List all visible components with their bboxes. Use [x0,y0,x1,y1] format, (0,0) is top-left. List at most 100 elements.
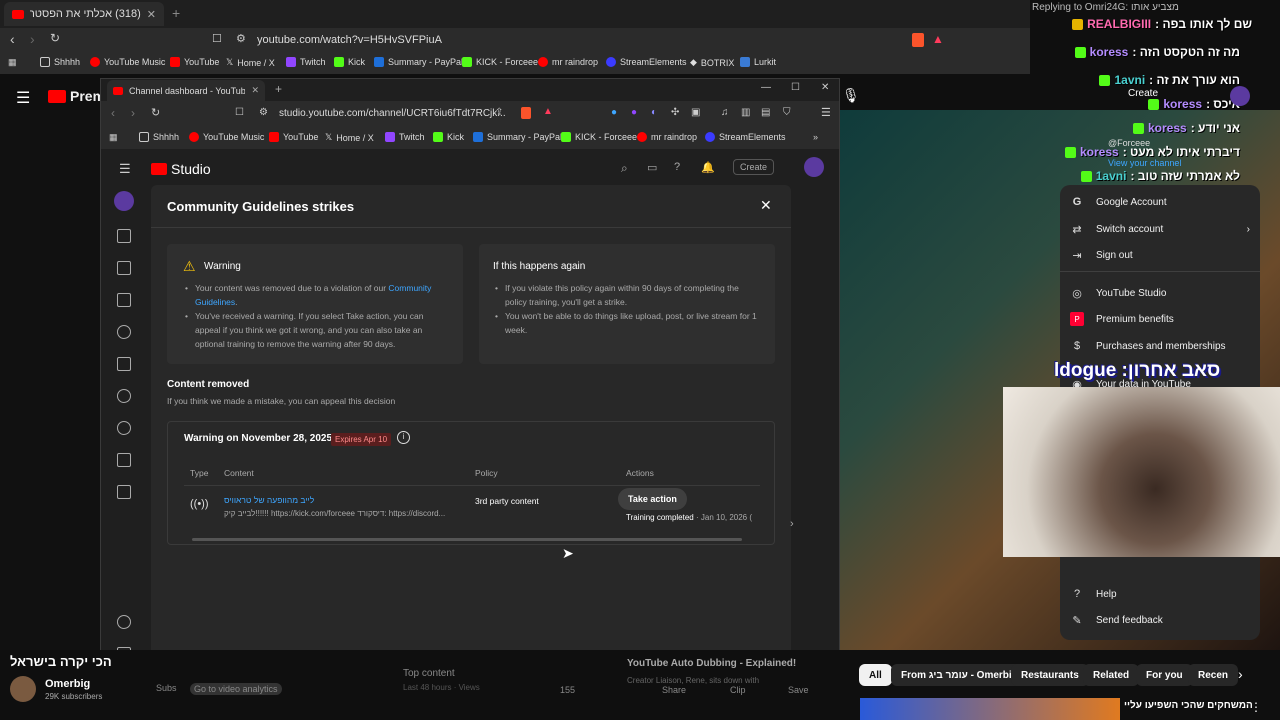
bookmark-botrix[interactable]: ◆ BOTRIX [690,57,734,68]
chip-related[interactable]: Related [1083,664,1140,686]
audio-library-icon[interactable] [117,485,131,499]
horizontal-scrollbar[interactable] [192,538,742,541]
brave-shield-icon[interactable] [912,33,924,47]
chevron-right-icon[interactable]: › [1238,666,1243,682]
channel-avatar[interactable] [10,676,36,702]
menu-sign-out[interactable]: ⇥ Sign out [1070,248,1132,262]
bookmark-youtube-music[interactable]: YouTube Music [90,57,165,67]
back-icon[interactable]: ‹ [10,31,15,47]
create-button[interactable]: Create [1128,88,1158,99]
bookmark-youtube[interactable]: YouTube [170,57,219,67]
bookmark-x[interactable]: 𝕏 Home / X [325,132,374,143]
chip-restaurants[interactable]: Restaurants [1011,664,1089,686]
bookmark-kick[interactable]: Kick [334,57,365,67]
bookmark-kick-forceee[interactable]: KICK - Forceee [462,57,538,67]
bookmark-twitch[interactable]: Twitch [385,132,425,142]
bookmark-lurkit[interactable]: Lurkit [740,57,776,67]
forward-icon[interactable]: › [30,31,35,47]
bookmark-mr-raindrop[interactable]: mr raindrop [538,57,598,67]
inner-url[interactable]: studio.youtube.com/channel/UCRT6iu6fTdt7… [279,108,506,119]
bookmark-kick-forceee[interactable]: KICK - Forceee [561,132,637,142]
help-icon[interactable]: ? [674,161,680,173]
brave-rewards-icon[interactable]: ▲ [932,32,944,46]
menu-icon[interactable]: ☰ [16,88,30,108]
brave-shield-icon[interactable] [521,107,531,119]
bookmark-streamelements[interactable]: StreamElements [606,57,687,67]
bookmark-mr-raindrop[interactable]: mr raindrop [637,132,697,142]
window-close-icon[interactable]: ✕ [821,82,829,93]
inner-tab[interactable]: Channel dashboard - YouTube St ✕ [107,80,265,101]
bookmark-icon[interactable]: ☐ [235,107,244,118]
search-icon[interactable]: ⌕ [621,161,628,176]
bookmark-paypal[interactable]: Summary - PayPal [473,132,562,142]
settings-icon[interactable] [117,615,131,629]
content-title-link[interactable]: לייב מהוופעה של טראוויס [224,495,314,505]
channel-name[interactable]: Omerbig [45,678,90,690]
earn-icon[interactable] [117,421,131,435]
info-icon[interactable]: i [397,431,410,444]
reload-icon[interactable]: ↻ [151,106,160,119]
avatar[interactable] [804,157,824,177]
site-settings-icon[interactable]: ⚙ [236,32,246,45]
maximize-icon[interactable]: ☐ [791,82,800,93]
recommended-title-2[interactable]: המשחקים שהכי השפיעו עליי [1124,700,1253,711]
chip-all[interactable]: All [859,664,892,686]
clip-button[interactable]: Clip [730,685,746,695]
menu-send-feedback[interactable]: ✎ Send feedback [1070,613,1162,627]
new-tab-icon[interactable]: + [172,5,180,21]
avatar[interactable] [1230,86,1250,106]
recommended-thumbnail[interactable] [860,698,1120,720]
save-button[interactable]: Save [788,685,809,695]
new-tab-icon[interactable]: + [275,82,282,96]
scroll-right-icon[interactable]: › [790,518,794,530]
menu-youtube-studio[interactable]: ◎ YouTube Studio [1070,286,1166,300]
extensions-puzzle-icon[interactable]: ✣ [671,107,679,118]
reload-icon[interactable]: ↻ [50,31,60,45]
mic-icon[interactable]: 🎙 [842,87,860,104]
like-count[interactable]: 155 [560,685,575,695]
messages-icon[interactable]: ▭ [647,161,657,174]
outer-url[interactable]: youtube.com/watch?v=H5HvSVFPiuA [257,34,442,46]
close-icon[interactable]: ✕ [760,197,772,214]
bookmark-youtube[interactable]: YouTube [269,132,318,142]
extension-icon[interactable]: ◐ [651,107,657,118]
share-button[interactable]: Share [662,685,686,695]
extension-icon[interactable]: ● [631,107,637,118]
media-icon[interactable]: ♫ [721,107,729,118]
menu-icon[interactable]: ☰ [119,161,131,177]
menu-premium-benefits[interactable]: P Premium benefits [1070,312,1174,326]
bookmark-shhhh[interactable]: Shhhh [40,57,80,67]
forward-icon[interactable]: › [131,106,135,120]
view-channel-link[interactable]: View your channel [1108,158,1181,168]
sidebar-icon[interactable]: ▥ [741,107,750,118]
copyright-icon[interactable] [117,389,131,403]
analytics-icon[interactable] [117,293,131,307]
bookmark-streamelements[interactable]: StreamElements [705,132,786,142]
bookmark-x[interactable]: 𝕏 Home / X [226,57,275,68]
back-icon[interactable]: ‹ [111,106,115,120]
chip-recent[interactable]: Recen [1188,664,1239,686]
take-action-button[interactable]: Take action [618,488,687,510]
apps-icon[interactable]: ▦ [109,132,118,143]
studio-logo[interactable]: Studio [151,161,211,177]
close-icon[interactable]: ✕ [147,8,156,21]
wallet-icon[interactable]: ▤ [761,107,770,118]
share-icon[interactable]: ⇪ [495,107,503,118]
close-icon[interactable]: ✕ [251,85,259,96]
apps-icon[interactable]: ▦ [8,57,17,68]
extension-icon[interactable]: ▣ [691,107,700,118]
menu-switch-account[interactable]: ⇄ Switch account › [1070,222,1250,236]
bookmark-twitch[interactable]: Twitch [286,57,326,67]
subscribe-button[interactable]: Subs [156,683,177,693]
create-button[interactable]: Create [733,159,775,175]
extension-icon[interactable]: ● [611,107,617,118]
chip-for-you[interactable]: For you [1136,664,1193,686]
bookmark-youtube-music[interactable]: YouTube Music [189,132,264,142]
minimize-icon[interactable]: — [761,82,771,93]
vpn-icon[interactable]: ⛉ [783,107,791,118]
go-analytics-button[interactable]: Go to video analytics [190,683,282,695]
bookmark-kick[interactable]: Kick [433,132,464,142]
menu-google-account[interactable]: G Google Account [1070,195,1167,209]
chip-from-channel[interactable]: From עומר ביג - Omerbig [891,664,1028,686]
menu-help[interactable]: ? Help [1070,587,1117,601]
